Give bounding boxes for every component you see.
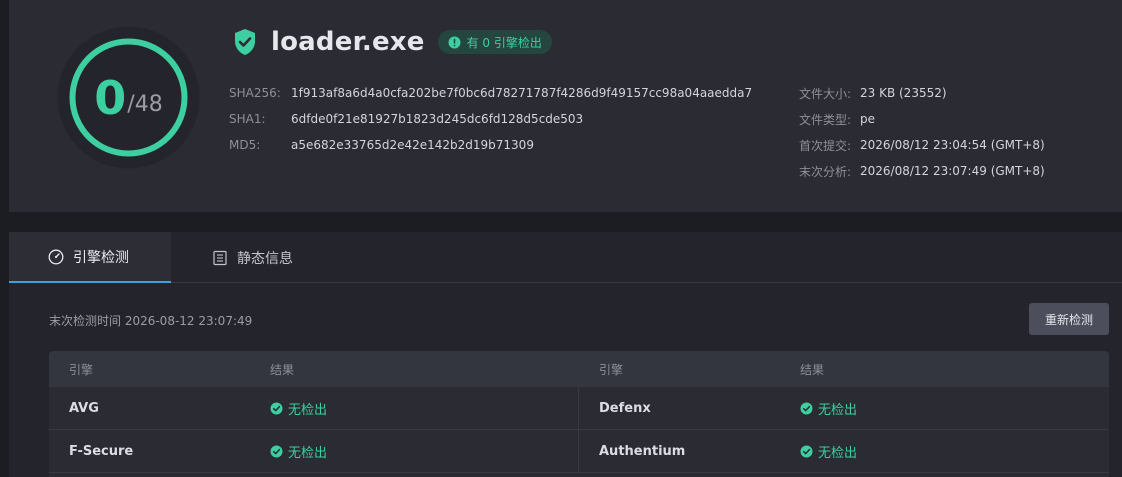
- tab-label: 静态信息: [237, 250, 293, 267]
- engine-total: /48: [127, 92, 163, 117]
- gauge-icon: [48, 249, 64, 264]
- engine-name: AVG: [69, 400, 99, 416]
- meta-value: 2026/08/12 23:07:49 (GMT+8): [860, 164, 1045, 178]
- rescan-button[interactable]: 重新检测: [1029, 303, 1109, 335]
- column-header-engine: 引擎: [69, 362, 94, 377]
- meta-value: 2026/08/12 23:04:54 (GMT+8): [860, 138, 1045, 152]
- meta-label: 末次分析:: [799, 164, 852, 179]
- detection-score: 0 /48: [57, 26, 200, 169]
- engine-name: F-Secure: [69, 443, 134, 459]
- hash-label: MD5:: [229, 138, 261, 152]
- file-summary-card: 0 /48 loader.exe 有 0 引擎检出 SHA256: 1f913a…: [9, 0, 1122, 212]
- engine-cell-pair: F-Secure 无检出: [49, 429, 579, 473]
- detection-badge: 有 0 引擎检出: [437, 30, 552, 54]
- engine-cell-pair: Authentium 无检出: [579, 430, 1109, 473]
- result-text: 无检出: [288, 445, 328, 461]
- engine-result: 无检出: [270, 399, 327, 418]
- engine-name: Authentium: [599, 443, 686, 459]
- hash-label: SHA1:: [229, 112, 266, 126]
- table-header: 引擎 结果 引擎 结果: [49, 351, 1109, 387]
- engine-result: 无检出: [800, 399, 857, 418]
- hash-value: 1f913af8a6d4a0cfa202be7f0bc6d78271787f42…: [291, 86, 753, 100]
- result-text: 无检出: [288, 402, 328, 418]
- table-row: F-Secure 无检出 Authentium 无检出: [49, 429, 1109, 473]
- engine-result: 无检出: [270, 442, 327, 461]
- meta-label: 文件类型:: [799, 112, 852, 127]
- column-header-result: 结果: [270, 362, 295, 377]
- detection-badge-text: 有 0 引擎检出: [466, 35, 542, 50]
- meta-last-analyzed: 末次分析: 2026/08/12 23:07:49 (GMT+8): [799, 158, 1045, 184]
- table-row: AVG 无检出 Defenx 无检出: [49, 386, 1109, 430]
- tab-bar: 引擎检测 静态信息: [9, 232, 1122, 283]
- hash-value: a5e682e33765d2e42e142b2d19b71309: [291, 138, 534, 152]
- result-text: 无检出: [818, 445, 858, 461]
- meta-label: 首次提交:: [799, 138, 852, 153]
- hash-sha1: SHA1: 6dfde0f21e81927b1823d245dc6fd128d5…: [229, 106, 752, 132]
- detection-panel: 引擎检测 静态信息 末次检测时间 2026-08-12 23:07:49 重新检…: [9, 232, 1122, 477]
- hash-sha256: SHA256: 1f913af8a6d4a0cfa202be7f0bc6d782…: [229, 80, 752, 106]
- last-scan-time: 末次检测时间 2026-08-12 23:07:49: [49, 314, 253, 328]
- result-text: 无检出: [818, 402, 858, 418]
- hash-value: 6dfde0f21e81927b1823d245dc6fd128d5cde503: [291, 112, 584, 126]
- engine-cell-pair: AVG 无检出: [49, 386, 579, 430]
- file-meta-list: 文件大小: 23 KB (23552) 文件类型: pe 首次提交: 2026/…: [799, 80, 1045, 184]
- meta-label: 文件大小:: [799, 86, 852, 101]
- meta-first-submitted: 首次提交: 2026/08/12 23:04:54 (GMT+8): [799, 132, 1045, 158]
- check-circle-icon: [270, 402, 283, 414]
- hash-label: SHA256:: [229, 86, 281, 100]
- shield-check-icon: [235, 29, 255, 55]
- info-icon: [448, 36, 461, 48]
- check-circle-icon: [800, 402, 813, 414]
- tab-engine-detection[interactable]: 引擎检测: [9, 232, 171, 283]
- engine-cell-pair: Defenx 无检出: [579, 387, 1109, 430]
- engine-result: 无检出: [800, 442, 857, 461]
- hash-list: SHA256: 1f913af8a6d4a0cfa202be7f0bc6d782…: [229, 80, 752, 158]
- column-header-result: 结果: [800, 362, 825, 377]
- tab-static-info[interactable]: 静态信息: [171, 232, 331, 283]
- meta-value: pe: [860, 112, 875, 126]
- engine-results-table: 引擎 结果 引擎 结果 AVG 无检出 Defenx 无检出 F-Secure …: [49, 351, 1109, 477]
- document-list-icon: [213, 250, 227, 265]
- file-name: loader.exe: [271, 27, 425, 57]
- column-header-engine: 引擎: [599, 362, 624, 377]
- check-circle-icon: [270, 445, 283, 457]
- meta-file-type: 文件类型: pe: [799, 106, 1045, 132]
- check-circle-icon: [800, 445, 813, 457]
- hash-md5: MD5: a5e682e33765d2e42e142b2d19b71309: [229, 132, 752, 158]
- meta-file-size: 文件大小: 23 KB (23552): [799, 80, 1045, 106]
- meta-value: 23 KB (23552): [860, 86, 947, 100]
- file-title-row: loader.exe 有 0 引擎检出: [233, 26, 552, 58]
- tab-label: 引擎检测: [73, 249, 129, 266]
- detected-count: 0: [94, 70, 127, 125]
- engine-name: Defenx: [599, 400, 651, 416]
